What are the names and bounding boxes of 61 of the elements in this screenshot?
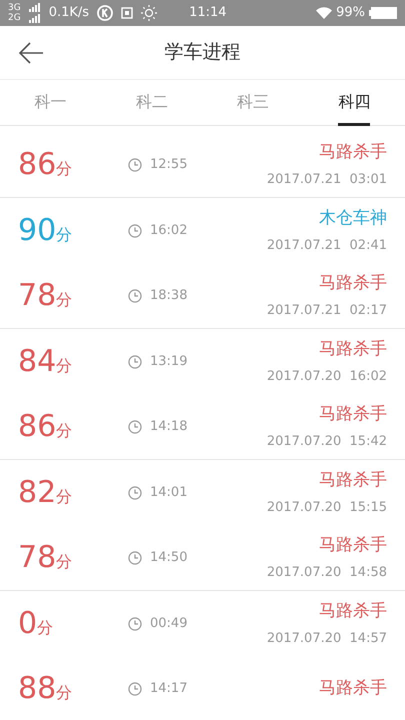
clock-icon [128,616,142,630]
clock-icon [128,550,142,564]
score: 78分 [18,280,74,310]
duration-text: 14:17 [150,680,188,698]
score: 0分 [18,608,54,638]
date-text: 2017.07.20 15:42 [266,432,387,450]
clock-icon [128,486,142,500]
battery-percent: 99% [336,4,365,22]
date-text: 2017.07.21 02:17 [266,302,387,320]
sim-icon [121,7,134,19]
duration-text: 18:38 [150,286,188,305]
score: 90分 [18,216,74,246]
rank-title: 马路杀手 [319,600,387,623]
duration-text: 14:18 [150,418,188,436]
date-text: 2017.07.21 02:41 [266,236,387,254]
battery-icon [369,7,397,19]
back-button[interactable] [18,40,44,65]
rank-title: 木仓车神 [319,207,387,230]
network-speed: 0.1K/s [48,4,90,22]
k-circle-icon [97,5,114,21]
duration-text: 16:02 [150,222,188,240]
date-text: 2017.07.20 14:58 [266,564,387,582]
clock-icon [128,682,142,696]
date-text: 2017.07.20 15:15 [266,498,387,516]
date-text: 2017.07.21 03:01 [266,170,387,188]
score: 86分 [18,412,74,442]
wifi-icon [316,7,332,19]
score: 78分 [18,542,74,572]
page-title: 学车进程 [164,40,240,66]
date-text: 2017.07.20 16:02 [266,368,387,386]
tab[interactable]: 科一 [0,80,102,126]
clock-icon [128,288,142,302]
clock-icon [128,224,142,238]
network-label: 3G [8,3,21,13]
clock-icon [128,158,142,172]
rank-title: 马路杀手 [319,469,387,492]
tab[interactable]: 科三 [202,80,304,126]
tab[interactable]: 科二 [101,80,202,126]
duration-text: 14:50 [150,548,188,567]
tab[interactable]: 科四 [304,80,405,126]
rank-title: 马路杀手 [319,403,387,426]
duration-text: 00:49 [150,614,188,633]
duration-text: 14:01 [150,484,188,502]
signal-icon [28,3,41,23]
rank-title: 马路杀手 [319,272,387,295]
date-text: 2017.07.20 14:57 [266,630,387,648]
duration-text: 12:55 [150,156,188,174]
rank-title: 马路杀手 [319,676,387,700]
clock-time: 11:14 [189,4,227,22]
sun-icon [141,5,158,21]
score: 88分 [18,674,74,704]
rank-title: 马路杀手 [319,534,387,557]
rank-title: 马路杀手 [319,141,387,164]
rank-title: 马路杀手 [319,338,387,361]
network-label: 2G [8,13,21,23]
score: 86分 [18,150,74,180]
clock-icon [128,420,142,434]
score: 82分 [18,478,74,508]
score: 84分 [18,346,74,376]
duration-text: 13:19 [150,352,188,371]
clock-icon [128,354,142,368]
